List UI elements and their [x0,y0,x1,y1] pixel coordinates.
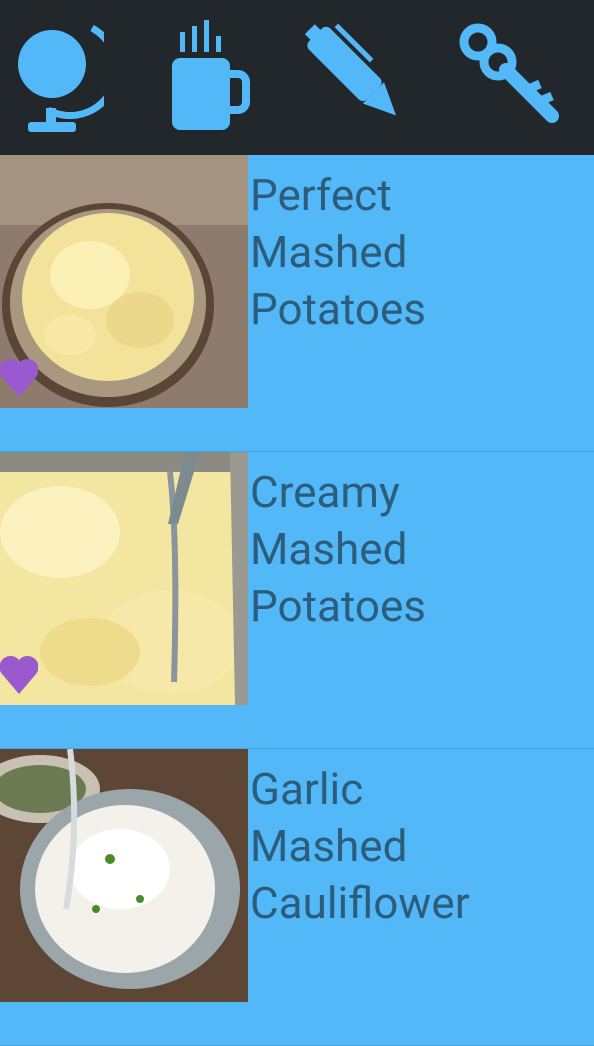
recipe-title-line: Cauliflower [250,877,470,929]
recipe-title-line: Garlic [250,763,364,815]
pen-icon[interactable] [300,18,420,136]
recipe-list: Perfect Mashed Potatoes Creamy Mashed Po… [0,155,594,1046]
recipe-image [0,749,248,1002]
recipe-title: Perfect Mashed Potatoes [250,167,590,338]
toolbar [0,0,594,155]
favorite-heart-icon[interactable] [0,355,38,399]
key-icon[interactable] [456,18,566,136]
mug-icon[interactable] [170,18,250,136]
recipe-title-line: Potatoes [250,283,426,335]
recipe-title-line: Potatoes [250,580,426,632]
recipe-title-line: Mashed [250,523,408,575]
recipe-title-line: Creamy [250,466,400,518]
list-item[interactable]: Perfect Mashed Potatoes [0,155,594,452]
list-item[interactable]: Creamy Mashed Potatoes [0,452,594,749]
recipe-title-line: Perfect [250,169,392,221]
recipe-title-line: Mashed [250,226,408,278]
favorite-heart-icon[interactable] [0,652,38,696]
globe-icon[interactable] [8,18,104,136]
list-item[interactable]: Garlic Mashed Cauliflower [0,749,594,1046]
recipe-title: Creamy Mashed Potatoes [250,464,590,635]
recipe-title: Garlic Mashed Cauliflower [250,761,590,932]
recipe-title-line: Mashed [250,820,408,872]
